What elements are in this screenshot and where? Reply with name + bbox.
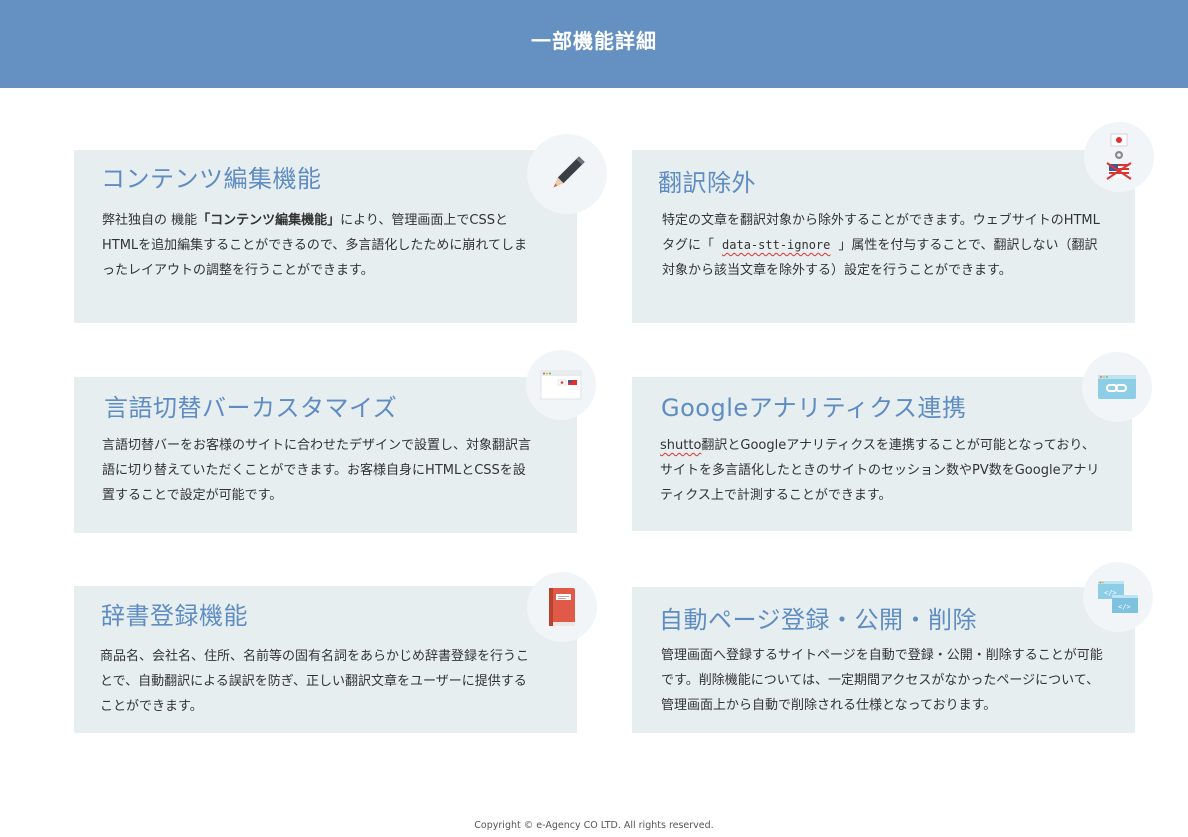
description-text: shutto xyxy=(660,438,702,453)
feature-card-google-analytics: Googleアナリティクス連携 shutto翻訳とGoogleアナリティクスを連… xyxy=(632,377,1132,531)
feature-card-translation-exclude: 翻訳除外 特定の文章を翻訳対象から除外することができます。ウェブサイトのHTML… xyxy=(632,150,1135,323)
description-text: 翻訳とGoogleアナリティクスを連携することが可能となっており、サイトを多言語… xyxy=(660,438,1100,503)
card-description: 商品名、会社名、住所、名前等の固有名詞をあらかじめ辞書登録を行うことで、自動翻訳… xyxy=(100,649,530,714)
book-icon xyxy=(527,572,597,642)
description-code-text: data-stt-ignore xyxy=(722,238,831,252)
card-description: 管理画面へ登録するサイトページを自動で登録・公開・削除することが可能です。削除機… xyxy=(661,648,1103,713)
description-text: 弊社独自の 機能 xyxy=(102,213,198,228)
feature-card-content-edit: コンテンツ編集機能 弊社独自の 機能「コンテンツ編集機能」により、管理画面上でC… xyxy=(74,150,577,323)
card-title: 自動ページ登録・公開・削除 xyxy=(659,606,978,634)
card-description: shutto翻訳とGoogleアナリティクスを連携することが可能となっており、サ… xyxy=(660,433,1104,508)
language-bar-icon xyxy=(526,350,596,420)
header-bar: 一部機能詳細 xyxy=(0,0,1188,88)
pencil-icon xyxy=(527,134,607,214)
feature-card-auto-page: 自動ページ登録・公開・削除 管理画面へ登録するサイトページを自動で登録・公開・削… xyxy=(632,587,1135,733)
card-title: コンテンツ編集機能 xyxy=(101,165,322,193)
card-description: 言語切替バーをお客様のサイトに合わせたデザインで設置し、対象翻訳言語に切り替えて… xyxy=(102,438,532,503)
svg-text:</>: </> xyxy=(1118,603,1131,611)
code-window-icon: </> </> xyxy=(1083,562,1153,632)
feature-card-dictionary: 辞書登録機能 商品名、会社名、住所、名前等の固有名詞をあらかじめ辞書登録を行うこ… xyxy=(74,586,577,733)
description-bold-text: 「コンテンツ編集機能」 xyxy=(197,213,341,228)
card-title: Googleアナリティクス連携 xyxy=(661,394,967,422)
flag-exclude-icon xyxy=(1084,122,1154,192)
link-icon xyxy=(1082,352,1152,422)
card-description: 特定の文章を翻訳対象から除外することができます。ウェブサイトのHTMLタグに「 d… xyxy=(662,208,1102,283)
card-description: 弊社独自の 機能「コンテンツ編集機能」により、管理画面上でCSSとHTMLを追加… xyxy=(102,208,532,283)
card-title: 辞書登録機能 xyxy=(101,602,248,630)
footer-copyright: Copyright © e-Agency CO LTD. All rights … xyxy=(474,820,714,831)
feature-card-language-bar: 言語切替バーカスタマイズ 言語切替バーをお客様のサイトに合わせたデザインで設置し… xyxy=(74,377,577,533)
page-title: 一部機能詳細 xyxy=(531,28,657,53)
card-title: 言語切替バーカスタマイズ xyxy=(104,394,398,422)
card-title: 翻訳除外 xyxy=(658,169,756,197)
